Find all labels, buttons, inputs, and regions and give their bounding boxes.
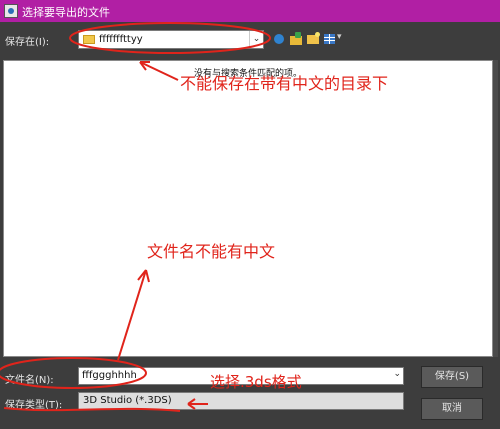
cancel-button[interactable]: 取消 <box>421 398 483 420</box>
save-in-label: 保存在(I): <box>5 37 50 48</box>
folder-icon <box>83 35 95 44</box>
view-menu-icon[interactable] <box>323 32 345 46</box>
annotation-filetype: 选择.3ds格式 <box>210 373 302 391</box>
filename-label: 文件名(N): <box>5 375 54 386</box>
save-button[interactable]: 保存(S) <box>421 366 483 388</box>
filetype-select[interactable]: 3D Studio (*.3DS) <box>78 392 404 410</box>
up-folder-icon[interactable] <box>289 32 303 46</box>
save-in-dropdown[interactable]: fffffffttyy ⌄ <box>78 30 264 49</box>
save-in-value: fffffffttyy <box>99 34 143 45</box>
filetype-value: 3D Studio (*.3DS) <box>83 395 172 406</box>
chevron-down-icon[interactable]: ⌄ <box>249 31 263 48</box>
back-icon[interactable] <box>272 32 286 46</box>
app-icon <box>4 4 18 18</box>
scrollbar[interactable] <box>493 60 498 357</box>
new-folder-icon[interactable] <box>306 32 320 46</box>
filename-value[interactable]: fffggghhhh <box>82 370 137 381</box>
file-list[interactable]: 没有与搜索条件匹配的项。 <box>3 60 493 357</box>
title-bar: 选择要导出的文件 <box>0 0 500 22</box>
chevron-down-icon[interactable]: ⌄ <box>393 369 401 379</box>
window-title: 选择要导出的文件 <box>22 6 110 19</box>
filetype-label: 保存类型(T): <box>5 400 63 411</box>
annotation-save-location: 不能保存在带有中文的目录下 <box>180 74 389 93</box>
annotation-filename: 文件名不能有中文 <box>147 242 276 261</box>
